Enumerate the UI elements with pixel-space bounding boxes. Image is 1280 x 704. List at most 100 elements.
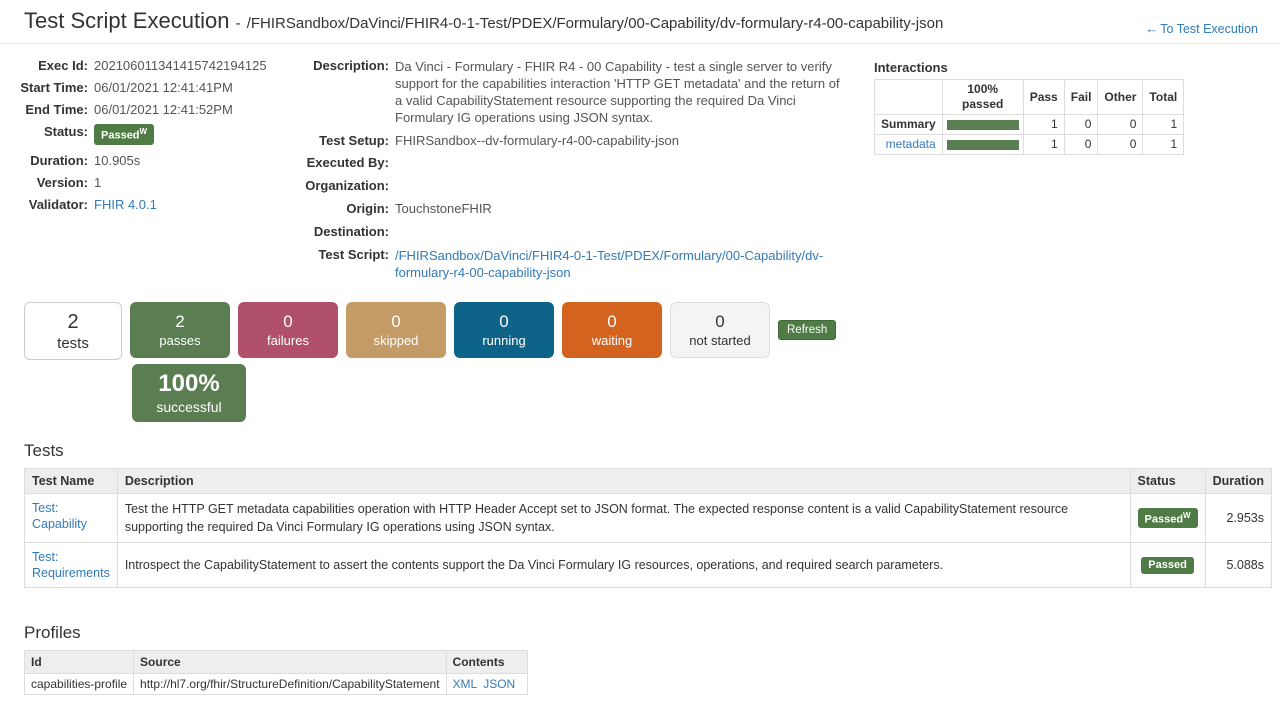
profile-json-link[interactable]: JSON	[483, 677, 515, 691]
detail-label: Duration:	[0, 153, 94, 169]
detail-row-end-time: End Time: 06/01/2021 12:41:52PM	[0, 102, 300, 118]
test-name-line1: Test:	[32, 550, 58, 564]
detail-label: Test Setup:	[300, 133, 395, 149]
detail-value: 10.905s	[94, 153, 284, 169]
interactions-row-label: metadata	[875, 135, 943, 155]
stat-box-waiting[interactable]: 0 waiting	[562, 302, 662, 358]
tests-header-row: Test Name Description Status Duration	[25, 469, 1272, 494]
detail-value: 06/01/2021 12:41:41PM	[94, 80, 284, 96]
percent-success-row: 100% successful	[24, 364, 836, 422]
execution-summary-stats: 2 tests 2 passes 0 failures 0 skipped 0 …	[24, 302, 836, 422]
interactions-pass: 1	[1023, 135, 1064, 155]
stat-box-skipped[interactable]: 0 skipped	[346, 302, 446, 358]
progress-bar-fill	[947, 140, 1019, 150]
detail-row-test-setup: Test Setup: FHIRSandbox--dv-formulary-r4…	[300, 133, 860, 149]
detail-value: FHIR 4.0.1	[94, 197, 284, 213]
interactions-other: 0	[1098, 115, 1143, 135]
profiles-col-id: Id	[25, 651, 134, 674]
detail-row-version: Version: 1	[0, 175, 300, 191]
interactions-col-pass: Pass	[1023, 80, 1064, 115]
tests-col-duration: Duration	[1205, 469, 1271, 494]
stat-number: 100%	[158, 370, 219, 398]
interactions-fail: 0	[1064, 135, 1098, 155]
to-test-execution-label: To Test Execution	[1160, 22, 1258, 36]
profiles-col-source: Source	[134, 651, 446, 674]
interactions-col-total: Total	[1143, 80, 1184, 115]
stat-caption: tests	[57, 334, 89, 353]
progress-bar-fill	[947, 120, 1019, 130]
stat-number: 0	[499, 312, 508, 332]
detail-value: Da Vinci - Formulary - FHIR R4 - 00 Capa…	[395, 58, 845, 126]
stat-number: 2	[67, 310, 78, 334]
detail-label: Organization:	[300, 178, 395, 194]
interactions-panel: Interactions 100% passed Pass Fail Other…	[874, 60, 1184, 155]
interactions-header-row: 100% passed Pass Fail Other Total	[875, 80, 1184, 115]
detail-row-validator: Validator: FHIR 4.0.1	[0, 197, 300, 213]
stat-caption: running	[482, 332, 525, 349]
status-badge: PassedW	[1138, 508, 1198, 529]
interactions-row-label: Summary	[875, 115, 943, 135]
detail-row-duration: Duration: 10.905s	[0, 153, 300, 169]
test-script-link[interactable]: /FHIRSandbox/DaVinci/FHIR4-0-1-Test/PDEX…	[395, 248, 823, 280]
profile-xml-link[interactable]: XML	[453, 677, 478, 691]
detail-value: 202106011341415742194125	[94, 58, 284, 74]
detail-row-start-time: Start Time: 06/01/2021 12:41:41PM	[0, 80, 300, 96]
refresh-button[interactable]: Refresh	[778, 320, 836, 340]
detail-row-exec-id: Exec Id: 202106011341415742194125	[0, 58, 300, 74]
progress-bar-track	[947, 140, 1019, 150]
detail-label: Destination:	[300, 224, 395, 240]
table-row: metadata 1 0 0 1	[875, 135, 1184, 155]
detail-value: 06/01/2021 12:41:52PM	[94, 102, 284, 118]
test-description-cell: Introspect the CapabilityStatement to as…	[117, 543, 1130, 588]
profile-source-cell: http://hl7.org/fhir/StructureDefinition/…	[134, 674, 446, 695]
profiles-section-title: Profiles	[24, 623, 81, 643]
execution-details-middle: Description: Da Vinci - Formulary - FHIR…	[300, 58, 860, 287]
to-test-execution-link[interactable]: ←To Test Execution	[1145, 21, 1258, 36]
stat-box-failures[interactable]: 0 failures	[238, 302, 338, 358]
detail-value: PassedW	[94, 124, 284, 145]
test-name-line2: Capability	[32, 517, 87, 531]
status-badge-sup: W	[1183, 511, 1191, 520]
interactions-col-fail: Fail	[1064, 80, 1098, 115]
stat-number: 0	[607, 312, 616, 332]
status-badge-sup: W	[140, 127, 148, 136]
interactions-title: Interactions	[874, 60, 1184, 75]
detail-row-description: Description: Da Vinci - Formulary - FHIR…	[300, 58, 860, 126]
detail-row-status: Status: PassedW	[0, 124, 300, 145]
profiles-col-contents: Contents	[446, 651, 528, 674]
page-header: Test Script Execution - /FHIRSandbox/DaV…	[0, 0, 1280, 44]
test-name-link[interactable]: Test:Capability	[32, 501, 87, 531]
profiles-table: Id Source Contents capabilities-profile …	[24, 650, 528, 695]
stat-caption: skipped	[374, 332, 419, 349]
detail-value: FHIRSandbox--dv-formulary-r4-00-capabili…	[395, 133, 845, 149]
table-row: Summary 1 0 0 1	[875, 115, 1184, 135]
test-name-link[interactable]: Test: Requirements	[32, 550, 110, 580]
interactions-col-blank	[875, 80, 943, 115]
detail-value: /FHIRSandbox/DaVinci/FHIR4-0-1-Test/PDEX…	[395, 247, 845, 281]
profiles-table-wrapper: Id Source Contents capabilities-profile …	[24, 650, 447, 695]
interactions-fail: 0	[1064, 115, 1098, 135]
stat-caption: failures	[267, 332, 309, 349]
stat-box-not-started[interactable]: 0 not started	[670, 302, 770, 358]
test-name-line2: Requirements	[32, 566, 110, 580]
progress-bar-track	[947, 120, 1019, 130]
status-badge-label: Passed	[101, 130, 140, 142]
detail-value: TouchstoneFHIR	[395, 201, 845, 217]
stat-box-passes[interactable]: 2 passes	[130, 302, 230, 358]
test-script-execution-page: Test Script Execution - /FHIRSandbox/DaV…	[0, 0, 1280, 704]
table-row: capabilities-profile http://hl7.org/fhir…	[25, 674, 528, 695]
validator-link[interactable]: FHIR 4.0.1	[94, 197, 157, 212]
detail-label: Exec Id:	[0, 58, 94, 74]
interactions-col-other: Other	[1098, 80, 1143, 115]
profiles-header-row: Id Source Contents	[25, 651, 528, 674]
interactions-col-percent: 100% passed	[942, 80, 1023, 115]
page-title-path: /FHIRSandbox/DaVinci/FHIR4-0-1-Test/PDEX…	[247, 15, 944, 32]
stat-number: 0	[391, 312, 400, 332]
detail-label: Start Time:	[0, 80, 94, 96]
tests-col-test-name: Test Name	[25, 469, 118, 494]
metadata-link[interactable]: metadata	[886, 137, 936, 151]
interactions-progress-cell	[942, 135, 1023, 155]
tests-table: Test Name Description Status Duration Te…	[24, 468, 1272, 588]
stat-box-running[interactable]: 0 running	[454, 302, 554, 358]
detail-label: Validator:	[0, 197, 94, 213]
